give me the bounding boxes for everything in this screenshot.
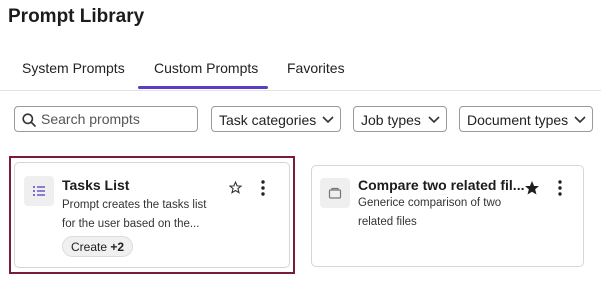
kebab-menu-icon: [261, 180, 265, 196]
list-icon: [24, 176, 54, 206]
card-description-line: related files: [358, 216, 417, 228]
tabs-divider: [0, 90, 601, 91]
card-title: Tasks List: [62, 177, 130, 193]
card-description: Prompt creates the tasks list for the us…: [62, 196, 206, 234]
tab-system-prompts[interactable]: System Prompts: [22, 60, 125, 76]
tag-label: Create: [71, 240, 108, 254]
card-description-line: Prompt creates the tasks list: [62, 199, 207, 211]
active-tab-indicator: [138, 86, 268, 89]
job-types-dropdown[interactable]: Job types: [353, 106, 447, 132]
prompt-card-compare-files[interactable]: Compare two related fil... Generice comp…: [311, 165, 584, 267]
more-options-button[interactable]: [558, 180, 566, 196]
favorite-toggle[interactable]: [525, 181, 539, 200]
chevron-down-icon: [574, 116, 586, 124]
chevron-down-icon: [322, 116, 334, 124]
job-types-label: Job types: [361, 112, 421, 128]
star-filled-icon: [525, 181, 539, 195]
tag-extra-count: +2: [110, 240, 125, 254]
prompt-card-tasks-list[interactable]: Tasks List Prompt creates the tasks list…: [14, 162, 290, 268]
task-categories-dropdown[interactable]: Task categories: [211, 106, 341, 132]
more-options-button[interactable]: [261, 180, 269, 196]
favorite-toggle[interactable]: [228, 180, 243, 199]
card-description: Generice comparison of two related files: [358, 194, 501, 232]
card-title: Compare two related fil...: [358, 177, 525, 193]
task-categories-label: Task categories: [219, 112, 317, 128]
document-types-dropdown[interactable]: Document types: [459, 106, 593, 132]
tab-favorites[interactable]: Favorites: [287, 60, 345, 76]
card-description-line: Generice comparison of two: [358, 197, 502, 209]
kebab-menu-icon: [558, 180, 562, 196]
tag-chip[interactable]: Create +2: [62, 236, 134, 257]
page-title: Prompt Library: [8, 6, 145, 27]
star-outline-icon: [228, 180, 243, 194]
search-icon: [22, 113, 36, 127]
tab-bar: System Prompts Custom Prompts Favorites: [0, 48, 601, 90]
search-input[interactable]: [41, 110, 191, 128]
tab-custom-prompts[interactable]: Custom Prompts: [154, 60, 258, 76]
search-box[interactable]: [14, 106, 198, 132]
folder-icon: [320, 178, 350, 208]
document-types-label: Document types: [467, 112, 569, 128]
card-description-line: for the user based on the...: [62, 218, 200, 230]
chevron-down-icon: [428, 116, 440, 124]
